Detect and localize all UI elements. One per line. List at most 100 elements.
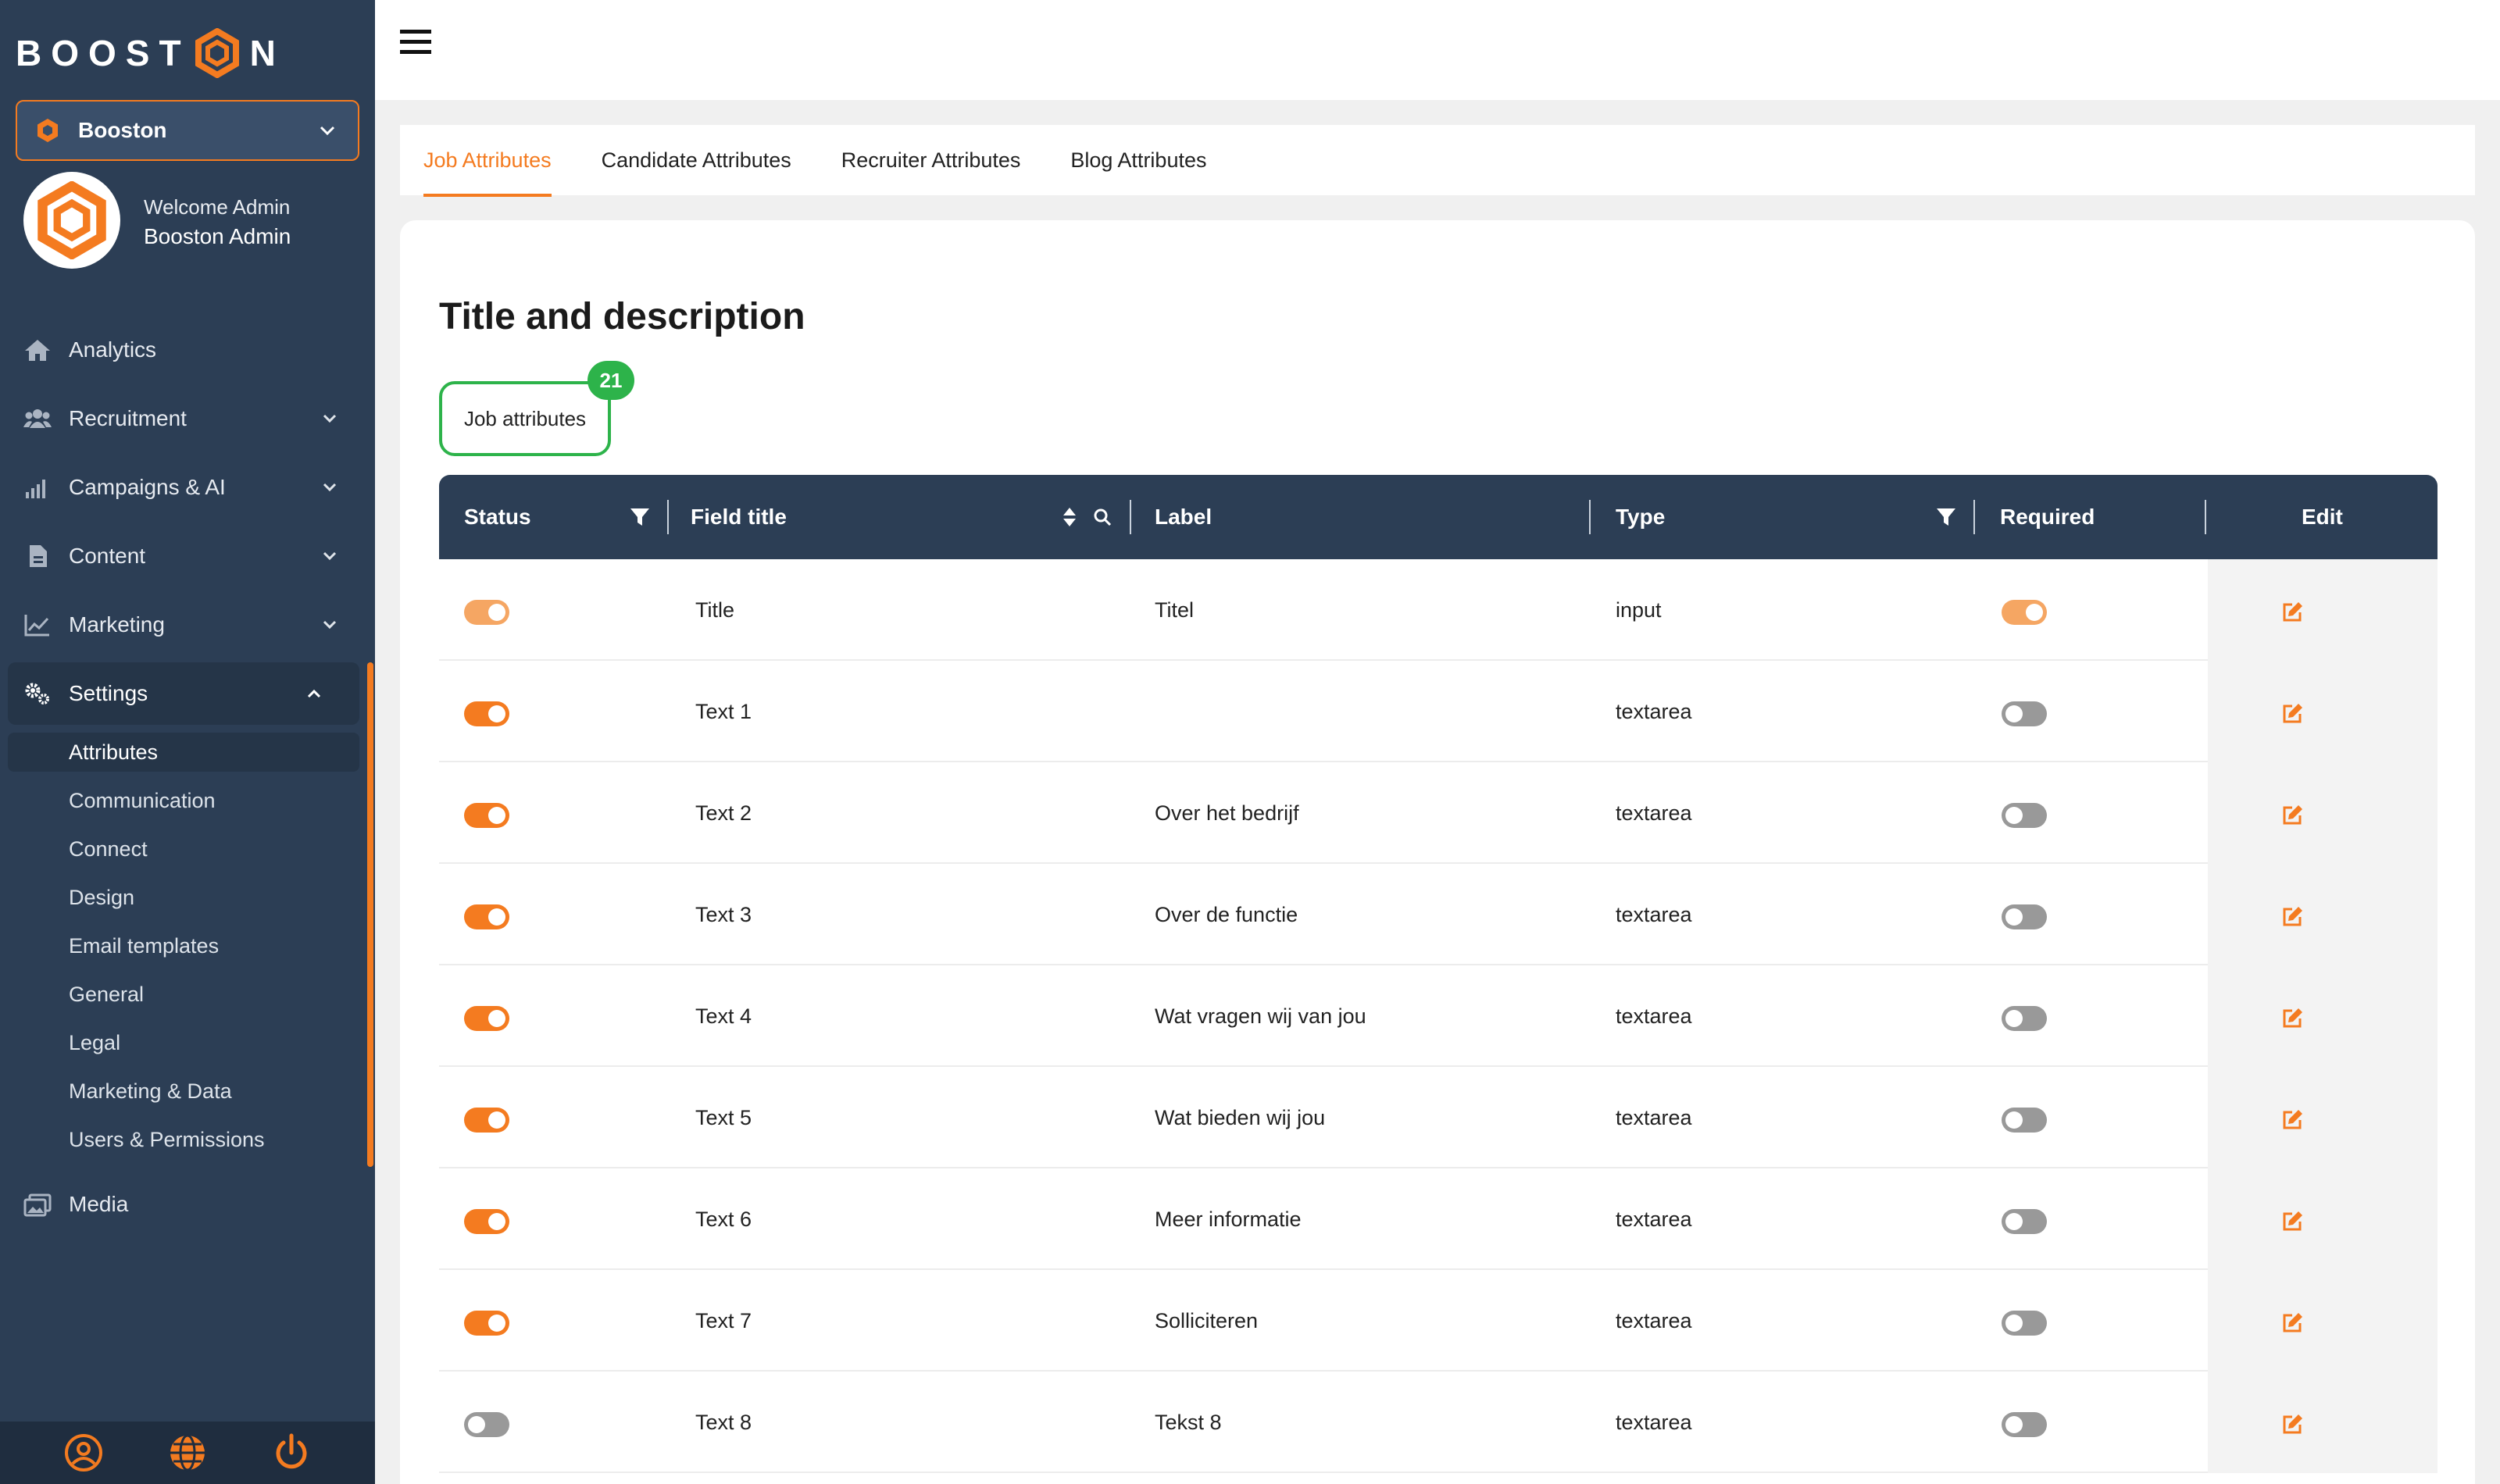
globe-icon[interactable] [167,1432,208,1473]
tab-recruiter-attributes[interactable]: Recruiter Attributes [841,125,1021,195]
toggle-knob [488,1010,505,1027]
edit-icon[interactable] [2281,1311,2305,1334]
settings-sub-connect[interactable]: Connect [69,829,148,869]
settings-sub-design[interactable]: Design [69,878,134,917]
label-cell: Titel [1155,598,1195,622]
label-cell: Over de functie [1155,903,1298,926]
search-icon[interactable] [1092,506,1112,528]
status-toggle[interactable] [464,600,509,625]
edit-icon[interactable] [2281,1209,2305,1233]
required-toggle[interactable] [2002,1412,2047,1437]
nav-content[interactable]: Content [0,525,375,587]
settings-sub-email-templates[interactable]: Email templates [69,926,219,965]
table-row: Text 1 textarea [439,661,2438,762]
avatar[interactable] [23,172,120,269]
organization-select[interactable]: Booston [16,100,359,161]
type-cell: input [1616,598,1662,622]
edit-icon[interactable] [2281,600,2305,623]
label-cell: Solliciteren [1155,1309,1259,1332]
sidebar-scrollbar[interactable] [367,662,373,1167]
toggle-knob [468,1416,485,1433]
required-toggle[interactable] [2002,1108,2047,1133]
column-divider [1130,500,1131,534]
nav-marketing[interactable]: Marketing [0,594,375,656]
required-toggle[interactable] [2002,803,2047,828]
edit-icon[interactable] [2281,1108,2305,1131]
header-field-title: Field title [691,505,787,529]
tab-candidate-attributes[interactable]: Candidate Attributes [602,125,791,195]
tab-blog-attributes[interactable]: Blog Attributes [1070,125,1206,195]
hamburger-menu-icon[interactable] [398,27,433,58]
gears-icon [25,683,49,705]
status-toggle[interactable] [464,701,509,726]
column-divider [667,500,669,534]
avatar-logo-icon [38,181,106,259]
required-toggle[interactable] [2002,1209,2047,1234]
status-toggle[interactable] [464,1108,509,1133]
required-toggle[interactable] [2002,701,2047,726]
status-toggle[interactable] [464,1412,509,1437]
settings-sub-users-permissions[interactable]: Users & Permissions [69,1120,265,1159]
settings-sub-attributes[interactable]: Attributes [8,733,359,772]
toggle-knob [488,705,505,722]
sort-icon[interactable] [1059,506,1080,528]
toggle-knob [2005,1315,2023,1332]
field-title-cell: Text 8 [695,1411,752,1434]
edit-column-cell [2208,559,2438,661]
welcome-text: Welcome Admin [144,195,291,219]
toggle-knob [2005,1010,2023,1027]
nav-media[interactable]: Media [0,1173,375,1236]
status-toggle[interactable] [464,1006,509,1031]
user-greeting: Welcome Admin Booston Admin [144,192,291,251]
type-cell: textarea [1616,700,1692,723]
nav-label: Analytics [69,337,157,362]
settings-sub-general[interactable]: General [69,975,144,1014]
settings-sub-communication[interactable]: Communication [69,781,216,820]
edit-icon[interactable] [2281,701,2305,725]
nav-campaigns-ai[interactable]: Campaigns & AI [0,456,375,519]
booston-logo[interactable]: BOOST N [16,22,285,84]
attribute-group-pill[interactable]: Job attributes [439,381,611,456]
sidebar-footer [0,1422,375,1484]
nav-analytics[interactable]: Analytics [0,319,375,381]
filter-icon[interactable] [630,506,650,528]
edit-icon[interactable] [2281,1412,2305,1436]
nav-recruitment[interactable]: Recruitment [0,387,375,450]
required-toggle[interactable] [2002,904,2047,929]
chevron-down-icon [320,126,335,136]
edit-column-cell [2208,661,2438,762]
status-toggle[interactable] [464,1311,509,1336]
power-icon[interactable] [271,1432,312,1473]
edit-icon[interactable] [2281,1006,2305,1029]
table-row: Text 2 Over het bedrijf textarea [439,762,2438,864]
filter-icon[interactable] [1936,506,1956,528]
settings-sub-marketing-data[interactable]: Marketing & Data [69,1072,232,1111]
field-title-cell: Text 3 [695,903,752,926]
edit-icon[interactable] [2281,904,2305,928]
field-title-cell: Text 1 [695,700,752,723]
tab-job-attributes[interactable]: Job Attributes [423,125,552,197]
required-toggle[interactable] [2002,1006,2047,1031]
nav-label: Settings [69,681,148,705]
edit-icon[interactable] [2281,803,2305,826]
settings-sub-legal[interactable]: Legal [69,1023,120,1062]
toggle-knob [488,807,505,824]
chevron-down-icon [323,551,337,561]
column-divider [1589,500,1591,534]
status-toggle[interactable] [464,803,509,828]
edit-column-cell [2208,1372,2438,1473]
toggle-knob [2005,908,2023,926]
label-cell: Meer informatie [1155,1208,1302,1231]
user-circle-icon[interactable] [63,1432,104,1473]
status-toggle[interactable] [464,1209,509,1234]
status-toggle[interactable] [464,904,509,929]
nav-settings[interactable]: Settings [8,662,359,725]
label-cell: Over het bedrijf [1155,801,1299,825]
toggle-knob [2005,705,2023,722]
toggle-knob [488,908,505,926]
required-toggle[interactable] [2002,1311,2047,1336]
required-toggle[interactable] [2002,600,2047,625]
type-cell: textarea [1616,1106,1692,1129]
column-divider [2205,500,2206,534]
toggle-knob [488,1213,505,1230]
